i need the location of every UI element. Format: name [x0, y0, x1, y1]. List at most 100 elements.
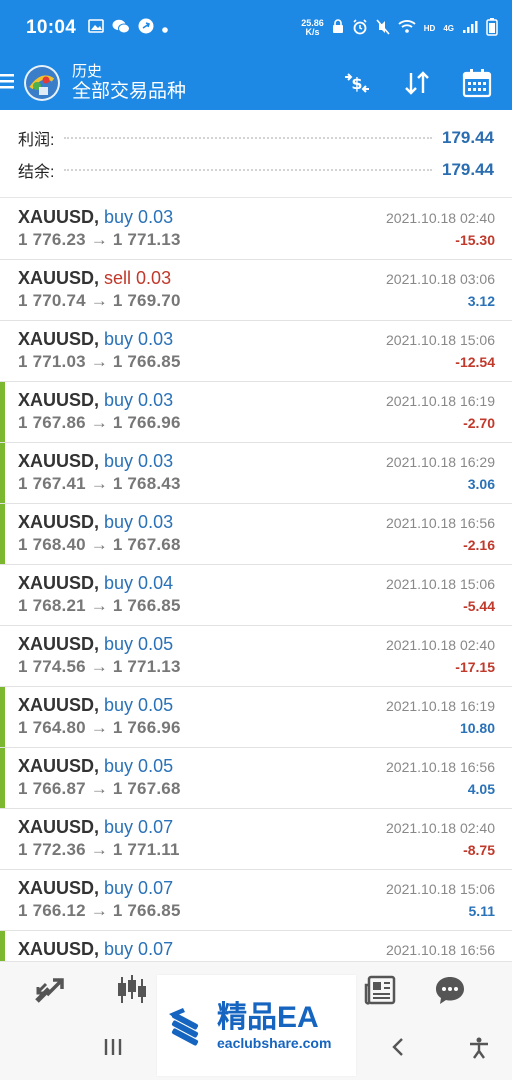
trade-row[interactable]: XAUUSD, buy 0.03 1 768.40 → 1 767.68 202…: [0, 504, 512, 565]
news-icon[interactable]: [362, 972, 398, 1008]
trade-side: buy 0.04: [104, 573, 174, 593]
status-bar: 10:04 25.86 K/s HD 4G: [0, 0, 512, 56]
trade-symbol: XAUUSD,: [18, 390, 100, 410]
trade-side: buy 0.03: [104, 329, 174, 349]
signal-icon: [462, 20, 478, 37]
balance-value: 179.44: [442, 160, 494, 179]
chart-icon[interactable]: [114, 972, 150, 1008]
lock-icon: [332, 19, 344, 37]
trade-row[interactable]: XAUUSD, buy 0.03 1 776.23 → 1 771.13 202…: [0, 199, 512, 260]
trade-prices: 1 766.87 → 1 767.68: [18, 779, 181, 798]
trade-prices: 1 766.12 → 1 766.85: [18, 901, 181, 920]
trade-profit: -2.70: [463, 415, 495, 431]
trade-side: buy 0.03: [104, 451, 174, 471]
calendar-icon[interactable]: [460, 66, 494, 100]
trade-side: buy 0.05: [104, 695, 174, 715]
trade-time: 2021.10.18 16:56: [386, 759, 495, 775]
profit-value: 179.44: [442, 128, 494, 147]
trade-row[interactable]: XAUUSD, buy 0.05 1 774.56 → 1 771.13 202…: [0, 626, 512, 687]
watermark: 精品EA eaclubshare.com: [157, 975, 356, 1076]
trade-prices: 1 774.56 → 1 771.13: [18, 657, 181, 676]
trade-prices: 1 770.74 → 1 769.70: [18, 291, 181, 310]
trade-row[interactable]: XAUUSD, buy 0.07 1 766.12 → 1 766.85 202…: [0, 870, 512, 931]
trade-row[interactable]: XAUUSD, buy 0.05 1 764.80 → 1 766.96 202…: [0, 687, 512, 748]
trade-row[interactable]: XAUUSD, buy 0.07 2021.10.18 16:56: [0, 931, 512, 961]
quotes-icon[interactable]: [32, 972, 68, 1008]
trade-time: 2021.10.18 16:19: [386, 393, 495, 409]
watermark-title: 精品EA: [217, 1000, 319, 1034]
trade-time: 2021.10.18 15:06: [386, 881, 495, 897]
trade-symbol: XAUUSD,: [18, 268, 100, 288]
trade-time: 2021.10.18 03:06: [386, 271, 495, 287]
trade-history-list: XAUUSD, buy 0.03 1 776.23 → 1 771.13 202…: [0, 199, 512, 961]
recents-icon[interactable]: [96, 1036, 130, 1065]
dot-leader: [64, 137, 432, 139]
trade-symbol-line: XAUUSD, buy 0.03: [18, 390, 173, 411]
share-icon: [138, 18, 154, 38]
trade-time: 2021.10.18 15:06: [386, 576, 495, 592]
trade-symbol: XAUUSD,: [18, 695, 100, 715]
trade-row[interactable]: XAUUSD, buy 0.03 1 767.41 → 1 768.43 202…: [0, 443, 512, 504]
trade-symbol: XAUUSD,: [18, 817, 100, 837]
app-titles: 历史 全部交易品种: [72, 63, 186, 102]
profit-label: 利润:: [18, 132, 55, 149]
trade-symbol-line: XAUUSD, buy 0.07: [18, 939, 173, 960]
app-logo: [24, 65, 60, 101]
app-actions: $: [340, 66, 512, 100]
trade-row[interactable]: XAUUSD, buy 0.07 1 772.36 → 1 771.11 202…: [0, 809, 512, 870]
trade-row[interactable]: XAUUSD, sell 0.03 1 770.74 → 1 769.70 20…: [0, 260, 512, 321]
trade-profit: 3.12: [467, 293, 495, 309]
trade-symbol-line: XAUUSD, buy 0.03: [18, 207, 173, 228]
network-type: 4G: [443, 23, 454, 33]
trade-row[interactable]: XAUUSD, buy 0.03 1 767.86 → 1 766.96 202…: [0, 382, 512, 443]
trade-profit: -12.54: [455, 354, 495, 370]
trade-prices: 1 764.80 → 1 766.96: [18, 718, 181, 737]
gallery-icon: [88, 19, 104, 37]
trade-profit: -2.16: [463, 537, 495, 553]
trade-row[interactable]: XAUUSD, buy 0.03 1 771.03 → 1 766.85 202…: [0, 321, 512, 382]
trade-profit: -5.44: [463, 598, 495, 614]
menu-icon[interactable]: [0, 69, 22, 97]
trade-symbol: XAUUSD,: [18, 451, 100, 471]
trade-symbol: XAUUSD,: [18, 573, 100, 593]
trade-row[interactable]: XAUUSD, buy 0.05 1 766.87 → 1 767.68 202…: [0, 748, 512, 809]
trade-time: 2021.10.18 16:56: [386, 942, 495, 958]
trade-side: sell 0.03: [104, 268, 172, 288]
trade-profit: 4.05: [467, 781, 495, 797]
battery-icon: [486, 17, 498, 39]
trade-symbol-line: XAUUSD, buy 0.05: [18, 695, 173, 716]
deposit-withdraw-icon[interactable]: $: [340, 66, 374, 100]
wifi-icon: [398, 19, 416, 37]
trade-time: 2021.10.18 16:56: [386, 515, 495, 531]
trade-prices: 1 768.40 → 1 767.68: [18, 535, 181, 554]
trade-symbol-line: XAUUSD, buy 0.05: [18, 756, 173, 777]
trade-prices: 1 772.36 → 1 771.11: [18, 840, 180, 859]
accessibility-icon[interactable]: [462, 1036, 496, 1067]
trade-row[interactable]: XAUUSD, buy 0.04 1 768.21 → 1 766.85 202…: [0, 565, 512, 626]
symbol-filter[interactable]: 全部交易品种: [72, 81, 186, 103]
trade-symbol: XAUUSD,: [18, 207, 100, 227]
trade-side: buy 0.05: [104, 634, 174, 654]
trade-side: buy 0.07: [104, 878, 174, 898]
trade-profit: -8.75: [463, 842, 495, 858]
net-speed-unit: K/s: [305, 27, 320, 37]
trade-symbol: XAUUSD,: [18, 512, 100, 532]
balance-row: 结余: 179.44: [18, 154, 494, 186]
back-icon[interactable]: [382, 1036, 416, 1065]
trade-side: buy 0.05: [104, 756, 174, 776]
trade-symbol: XAUUSD,: [18, 634, 100, 654]
hd-label: HD: [423, 23, 436, 33]
trade-prices: 1 776.23 → 1 771.13: [18, 230, 181, 249]
mute-icon: [376, 18, 390, 38]
trade-symbol-line: XAUUSD, buy 0.03: [18, 512, 173, 533]
trade-symbol-line: XAUUSD, buy 0.07: [18, 817, 173, 838]
net-speed: 25.86 K/s: [301, 19, 324, 37]
sort-icon[interactable]: [400, 66, 434, 100]
trade-symbol-line: XAUUSD, buy 0.05: [18, 634, 173, 655]
trade-profit: -15.30: [455, 232, 495, 248]
status-time: 10:04: [26, 17, 77, 38]
trade-side: buy 0.03: [104, 390, 174, 410]
trade-profit: -17.15: [455, 659, 495, 675]
trade-time: 2021.10.18 15:06: [386, 332, 495, 348]
chat-icon[interactable]: [432, 972, 468, 1008]
